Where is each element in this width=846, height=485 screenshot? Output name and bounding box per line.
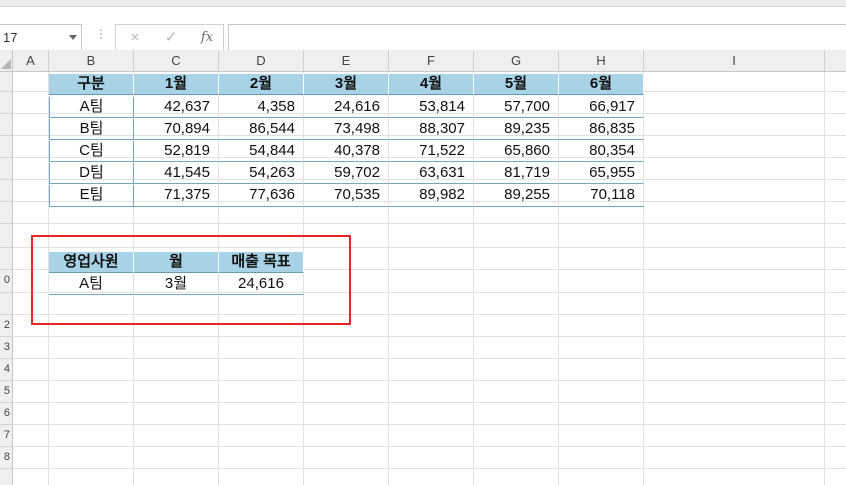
enter-icon[interactable]: ✓ <box>160 28 182 48</box>
value-cell[interactable]: 80,354 <box>559 141 644 162</box>
row-header[interactable] <box>0 180 13 202</box>
column-header-e[interactable]: E <box>304 50 389 72</box>
value-cell[interactable]: 63,631 <box>389 163 474 184</box>
value-cell[interactable]: 77,636 <box>219 185 304 207</box>
more-options-icon[interactable]: ⋮ <box>95 28 107 40</box>
value-cell[interactable]: 53,814 <box>389 97 474 118</box>
value-cell[interactable]: 54,844 <box>219 141 304 162</box>
value-cell[interactable]: 86,835 <box>559 119 644 140</box>
row-header[interactable] <box>0 114 13 136</box>
value-cell[interactable]: 89,255 <box>474 185 559 207</box>
value-cell[interactable]: 70,118 <box>559 185 644 207</box>
select-all-button[interactable] <box>0 50 13 72</box>
row-header[interactable]: 3 <box>0 337 13 359</box>
value-cell[interactable]: 70,894 <box>134 119 219 140</box>
header-cell[interactable]: 4월 <box>389 74 474 95</box>
row-header[interactable] <box>0 72 13 92</box>
value-cell[interactable]: 71,375 <box>134 185 219 207</box>
highlight-box <box>31 235 351 325</box>
ribbon-edge <box>0 0 846 7</box>
column-header-f[interactable]: F <box>389 50 474 72</box>
value-cell[interactable]: 65,955 <box>559 163 644 184</box>
column-header-j[interactable] <box>825 50 846 72</box>
value-cell[interactable]: 86,544 <box>219 119 304 140</box>
column-header-g[interactable]: G <box>474 50 559 72</box>
value-cell[interactable]: 88,307 <box>389 119 474 140</box>
header-cell[interactable]: 6월 <box>559 74 644 95</box>
value-cell[interactable]: 89,982 <box>389 185 474 207</box>
formula-bar: 17 ⋮ × ✓ fx <box>0 8 846 52</box>
name-box[interactable]: 17 <box>0 24 82 52</box>
row-header[interactable]: 2 <box>0 315 13 337</box>
row-header[interactable] <box>0 136 13 158</box>
value-cell[interactable]: 52,819 <box>134 141 219 162</box>
column-header-d[interactable]: D <box>219 50 304 72</box>
row-header[interactable]: 6 <box>0 403 13 425</box>
value-cell[interactable]: 59,702 <box>304 163 389 184</box>
row-header[interactable]: 8 <box>0 447 13 469</box>
team-cell[interactable]: C팀 <box>49 141 134 162</box>
header-cell[interactable]: 1월 <box>134 74 219 95</box>
formula-buttons: × ✓ fx <box>115 24 224 52</box>
header-cell[interactable]: 구분 <box>49 74 134 95</box>
name-box-value: 17 <box>3 30 18 45</box>
header-cell[interactable]: 5월 <box>474 74 559 95</box>
formula-input[interactable] <box>228 24 846 52</box>
column-header-a[interactable]: A <box>13 50 49 72</box>
chevron-down-icon[interactable] <box>69 35 77 40</box>
value-cell[interactable]: 40,378 <box>304 141 389 162</box>
row-header[interactable] <box>0 202 13 224</box>
row-header[interactable] <box>0 248 13 270</box>
header-cell[interactable]: 3월 <box>304 74 389 95</box>
column-header-b[interactable]: B <box>49 50 134 72</box>
column-header-c[interactable]: C <box>134 50 219 72</box>
value-cell[interactable]: 24,616 <box>304 97 389 118</box>
row-header[interactable]: 7 <box>0 425 13 447</box>
value-cell[interactable]: 71,522 <box>389 141 474 162</box>
value-cell[interactable]: 42,637 <box>134 97 219 118</box>
row-header[interactable] <box>0 293 13 315</box>
row-header[interactable] <box>0 158 13 180</box>
team-cell[interactable]: B팀 <box>49 119 134 140</box>
insert-function-icon[interactable]: fx <box>196 28 218 48</box>
header-cell[interactable]: 2월 <box>219 74 304 95</box>
row-header[interactable] <box>0 92 13 114</box>
row-header[interactable]: 0 <box>0 270 13 293</box>
team-cell[interactable]: A팀 <box>49 97 134 118</box>
value-cell[interactable]: 89,235 <box>474 119 559 140</box>
cancel-icon[interactable]: × <box>124 28 146 48</box>
team-cell[interactable]: D팀 <box>49 163 134 184</box>
value-cell[interactable]: 41,545 <box>134 163 219 184</box>
value-cell[interactable]: 73,498 <box>304 119 389 140</box>
value-cell[interactable]: 70,535 <box>304 185 389 207</box>
select-all-icon <box>1 59 11 69</box>
value-cell[interactable]: 4,358 <box>219 97 304 118</box>
value-cell[interactable]: 66,917 <box>559 97 644 118</box>
value-cell[interactable]: 81,719 <box>474 163 559 184</box>
row-header[interactable]: 5 <box>0 381 13 403</box>
worksheet-grid[interactable]: A B C D E F G H I 0 2 3 4 5 6 7 8 구분 1월 … <box>0 50 846 485</box>
column-header-h[interactable]: H <box>559 50 644 72</box>
value-cell[interactable]: 65,860 <box>474 141 559 162</box>
row-header[interactable] <box>0 469 13 485</box>
value-cell[interactable]: 54,263 <box>219 163 304 184</box>
value-cell[interactable]: 57,700 <box>474 97 559 118</box>
row-header[interactable]: 4 <box>0 359 13 381</box>
column-header-i[interactable]: I <box>644 50 825 72</box>
team-cell[interactable]: E팀 <box>49 185 134 207</box>
row-header[interactable] <box>0 224 13 248</box>
